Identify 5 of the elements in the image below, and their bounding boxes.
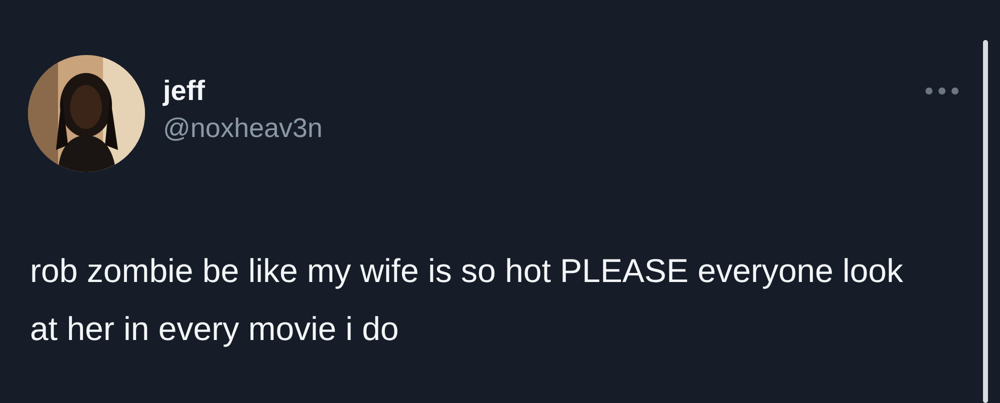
display-name[interactable]: jeff — [163, 75, 323, 107]
tweet-text: rob zombie be like my wife is so hot PLEASE everyone look at her in every movie i do — [30, 251, 904, 349]
more-icon[interactable] — [924, 86, 960, 96]
scrollbar[interactable] — [983, 40, 988, 403]
user-handle[interactable]: @noxheav3n — [163, 113, 323, 144]
